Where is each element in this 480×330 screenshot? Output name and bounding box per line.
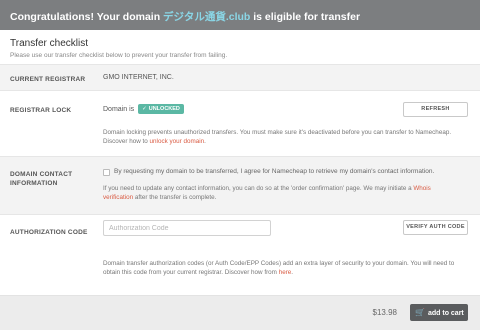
add-to-cart-button[interactable]: 🛒 add to cart <box>410 304 468 321</box>
auth-code-input[interactable] <box>103 220 271 236</box>
contact-info-label: DOMAIN CONTACT INFORMATION <box>10 171 73 187</box>
refresh-button[interactable]: REFRESH <box>403 102 468 117</box>
consent-checkbox[interactable] <box>103 169 110 176</box>
unlocked-badge: ✓ UNLOCKED <box>138 104 184 114</box>
current-registrar-value: GMO INTERNET, INC. <box>103 74 174 81</box>
auth-desc-end: . <box>291 269 294 276</box>
consent-text: By requesting my domain to be transferre… <box>114 168 435 175</box>
auth-code-row: AUTHORIZATION CODE VERIFY AUTH CODE Doma… <box>0 215 480 296</box>
current-registrar-row: CURRENT REGISTRAR GMO INTERNET, INC. <box>0 65 480 91</box>
cart-icon: 🛒 <box>415 308 425 317</box>
checklist-title: Transfer checklist <box>10 38 88 49</box>
lock-status: Domain is ✓ UNLOCKED <box>103 104 184 114</box>
verify-auth-code-button[interactable]: VERIFY AUTH CODE <box>403 220 468 235</box>
contact-info-description: If you need to update any contact inform… <box>103 184 458 202</box>
registrar-lock-row: REGISTRAR LOCK Domain is ✓ UNLOCKED REFRES… <box>0 91 480 157</box>
check-icon: ✓ <box>142 106 147 112</box>
checklist-header: Transfer checklist Please use our transf… <box>0 30 480 65</box>
transfer-banner: Congratulations! Your domain デジタル通貨.club… <box>0 0 480 30</box>
unlock-domain-link[interactable]: unlock your domain <box>150 138 205 145</box>
registrar-lock-label: REGISTRAR LOCK <box>10 107 72 114</box>
registrar-lock-description: Domain locking prevents unauthorized tra… <box>103 128 458 146</box>
price: $13.98 <box>372 308 397 317</box>
checkout-footer: $13.98 <box>0 296 480 330</box>
contact-info-row: DOMAIN CONTACT INFORMATION By requesting… <box>0 157 480 215</box>
add-to-cart-label: add to cart <box>427 310 464 317</box>
banner-suffix: is eligible for transfer <box>250 11 361 23</box>
checklist-subtitle: Please use our transfer checklist below … <box>10 52 228 59</box>
contact-desc-end: after the transfer is complete. <box>133 194 217 201</box>
banner-domain: デジタル通貨.club <box>163 11 251 23</box>
lock-desc-end: . <box>204 138 206 145</box>
auth-code-label: AUTHORIZATION CODE <box>10 229 88 236</box>
current-registrar-label: CURRENT REGISTRAR <box>10 76 86 83</box>
contact-desc-text: If you need to update any contact inform… <box>103 185 414 192</box>
unlocked-badge-label: UNLOCKED <box>148 106 180 112</box>
auth-code-description: Domain transfer authorization codes (or … <box>103 259 471 277</box>
lock-status-prefix: Domain is <box>103 105 135 113</box>
auth-code-help-link[interactable]: here <box>279 269 292 276</box>
transfer-checklist-card: Transfer checklist Please use our transf… <box>0 30 480 296</box>
banner-prefix: Congratulations! Your domain <box>10 11 164 23</box>
